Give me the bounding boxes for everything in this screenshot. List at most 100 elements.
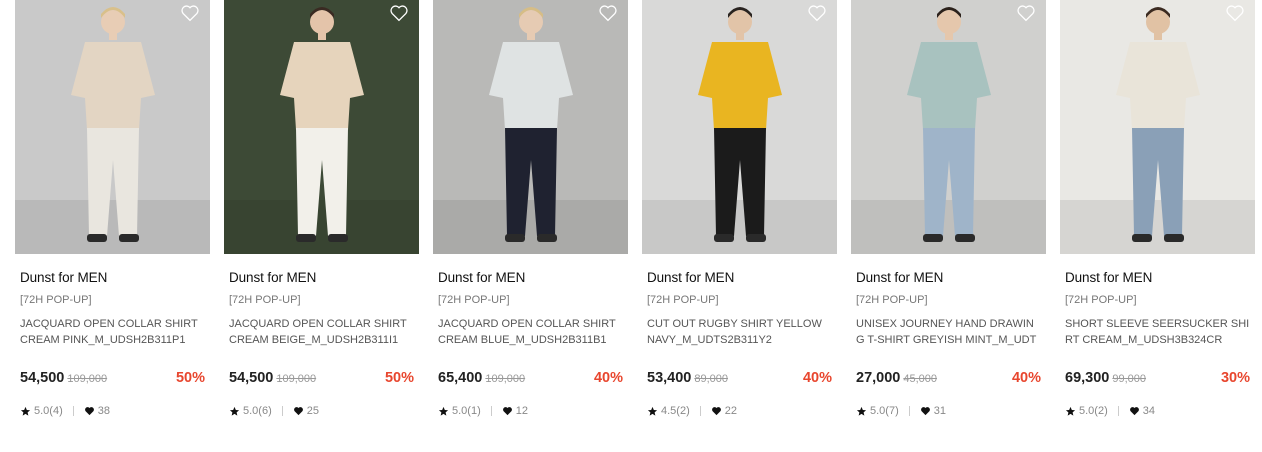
- likes-count: 31: [933, 405, 946, 417]
- promo-tag: [72H POP-UP]: [647, 294, 719, 306]
- price-row: 65,400 109,000 40%: [438, 370, 623, 386]
- star-icon: [1065, 406, 1076, 416]
- review-meta: 4.5(2) 22: [647, 405, 832, 417]
- original-price: 89,000: [694, 373, 729, 385]
- heart-filled-icon: [1129, 407, 1139, 416]
- promo-tag: [72H POP-UP]: [438, 294, 510, 306]
- product-image[interactable]: [851, 0, 1046, 254]
- discount-rate: 40%: [802, 370, 832, 386]
- likes-count: 22: [724, 405, 737, 417]
- original-price: 45,000: [903, 373, 938, 385]
- likes-count: 34: [1142, 405, 1155, 417]
- discount-rate: 50%: [384, 370, 414, 386]
- discount-rate: 40%: [593, 370, 623, 386]
- promo-tag: [72H POP-UP]: [856, 294, 928, 306]
- brand-name[interactable]: Dunst for MEN: [229, 270, 414, 285]
- product-grid: Dunst for MEN [72H POP-UP] JACQUARD OPEN…: [15, 0, 1255, 417]
- promo-tag: [72H POP-UP]: [229, 294, 301, 306]
- original-price: 99,000: [1112, 373, 1147, 385]
- wishlist-heart-icon[interactable]: [598, 4, 618, 22]
- discount-rate: 40%: [1011, 370, 1041, 386]
- price-row: 54,500 109,000 50%: [20, 370, 205, 386]
- price-row: 27,000 45,000 40%: [856, 370, 1041, 386]
- product-photo: [15, 0, 210, 254]
- sale-price: 54,500: [20, 370, 65, 386]
- review-meta: 5.0(4) 38: [20, 405, 205, 417]
- heart-filled-icon: [920, 407, 930, 416]
- product-name[interactable]: SHORT SLEEVE SEERSUCKER SHIRT CREAM_M_UD…: [1065, 316, 1250, 348]
- rating-text: 5.0(1): [452, 405, 481, 417]
- price-row: 53,400 89,000 40%: [647, 370, 832, 386]
- sale-price: 54,500: [229, 370, 274, 386]
- product-image[interactable]: [15, 0, 210, 254]
- divider: [908, 406, 910, 416]
- divider: [72, 406, 74, 416]
- divider: [699, 406, 701, 416]
- rating-text: 5.0(2): [1079, 405, 1108, 417]
- sale-price: 69,300: [1065, 370, 1110, 386]
- wishlist-heart-icon[interactable]: [389, 4, 409, 22]
- product-image[interactable]: [1060, 0, 1255, 254]
- product-name[interactable]: JACQUARD OPEN COLLAR SHIRT CREAM BLUE_M_…: [438, 316, 623, 348]
- product-info: Dunst for MEN [72H POP-UP] UNISEX JOURNE…: [851, 270, 1046, 417]
- product-name[interactable]: JACQUARD OPEN COLLAR SHIRT CREAM PINK_M_…: [20, 316, 205, 348]
- original-price: 109,000: [67, 373, 108, 385]
- heart-filled-icon: [84, 407, 94, 416]
- star-icon: [229, 406, 240, 416]
- star-icon: [20, 406, 31, 416]
- product-photo: [433, 0, 628, 254]
- product-info: Dunst for MEN [72H POP-UP] SHORT SLEEVE …: [1060, 270, 1255, 417]
- product-card[interactable]: Dunst for MEN [72H POP-UP] CUT OUT RUGBY…: [642, 0, 837, 417]
- price-row: 69,300 99,000 30%: [1065, 370, 1250, 386]
- product-name[interactable]: JACQUARD OPEN COLLAR SHIRT CREAM BEIGE_M…: [229, 316, 414, 348]
- heart-filled-icon: [502, 407, 512, 416]
- product-info: Dunst for MEN [72H POP-UP] JACQUARD OPEN…: [15, 270, 210, 417]
- product-card[interactable]: Dunst for MEN [72H POP-UP] JACQUARD OPEN…: [433, 0, 628, 417]
- likes-count: 38: [97, 405, 110, 417]
- divider: [281, 406, 283, 416]
- review-meta: 5.0(1) 12: [438, 405, 623, 417]
- product-info: Dunst for MEN [72H POP-UP] JACQUARD OPEN…: [433, 270, 628, 417]
- review-meta: 5.0(2) 34: [1065, 405, 1250, 417]
- product-info: Dunst for MEN [72H POP-UP] JACQUARD OPEN…: [224, 270, 419, 417]
- original-price: 109,000: [485, 373, 526, 385]
- likes-count: 12: [515, 405, 528, 417]
- rating-text: 5.0(7): [870, 405, 899, 417]
- likes-count: 25: [306, 405, 319, 417]
- product-card[interactable]: Dunst for MEN [72H POP-UP] JACQUARD OPEN…: [224, 0, 419, 417]
- product-card[interactable]: Dunst for MEN [72H POP-UP] SHORT SLEEVE …: [1060, 0, 1255, 417]
- product-info: Dunst for MEN [72H POP-UP] CUT OUT RUGBY…: [642, 270, 837, 417]
- brand-name[interactable]: Dunst for MEN: [647, 270, 832, 285]
- product-card[interactable]: Dunst for MEN [72H POP-UP] JACQUARD OPEN…: [15, 0, 210, 417]
- product-image[interactable]: [433, 0, 628, 254]
- star-icon: [647, 406, 658, 416]
- wishlist-heart-icon[interactable]: [1016, 4, 1036, 22]
- product-image[interactable]: [642, 0, 837, 254]
- original-price: 109,000: [276, 373, 317, 385]
- product-card[interactable]: Dunst for MEN [72H POP-UP] UNISEX JOURNE…: [851, 0, 1046, 417]
- wishlist-heart-icon[interactable]: [1225, 4, 1245, 22]
- product-photo: [642, 0, 837, 254]
- product-photo: [224, 0, 419, 254]
- brand-name[interactable]: Dunst for MEN: [438, 270, 623, 285]
- promo-tag: [72H POP-UP]: [1065, 294, 1137, 306]
- promo-tag: [72H POP-UP]: [20, 294, 92, 306]
- sale-price: 53,400: [647, 370, 692, 386]
- brand-name[interactable]: Dunst for MEN: [856, 270, 1041, 285]
- wishlist-heart-icon[interactable]: [807, 4, 827, 22]
- sale-price: 65,400: [438, 370, 483, 386]
- brand-name[interactable]: Dunst for MEN: [1065, 270, 1250, 285]
- wishlist-heart-icon[interactable]: [180, 4, 200, 22]
- product-name[interactable]: CUT OUT RUGBY SHIRT YELLOW NAVY_M_UDTS2B…: [647, 316, 832, 348]
- rating-text: 4.5(2): [661, 405, 690, 417]
- star-icon: [856, 406, 867, 416]
- product-name[interactable]: UNISEX JOURNEY HAND DRAWING T-SHIRT GREY…: [856, 316, 1041, 348]
- rating-text: 5.0(6): [243, 405, 272, 417]
- product-image[interactable]: [224, 0, 419, 254]
- heart-filled-icon: [293, 407, 303, 416]
- brand-name[interactable]: Dunst for MEN: [20, 270, 205, 285]
- sale-price: 27,000: [856, 370, 901, 386]
- review-meta: 5.0(6) 25: [229, 405, 414, 417]
- rating-text: 5.0(4): [34, 405, 63, 417]
- star-icon: [438, 406, 449, 416]
